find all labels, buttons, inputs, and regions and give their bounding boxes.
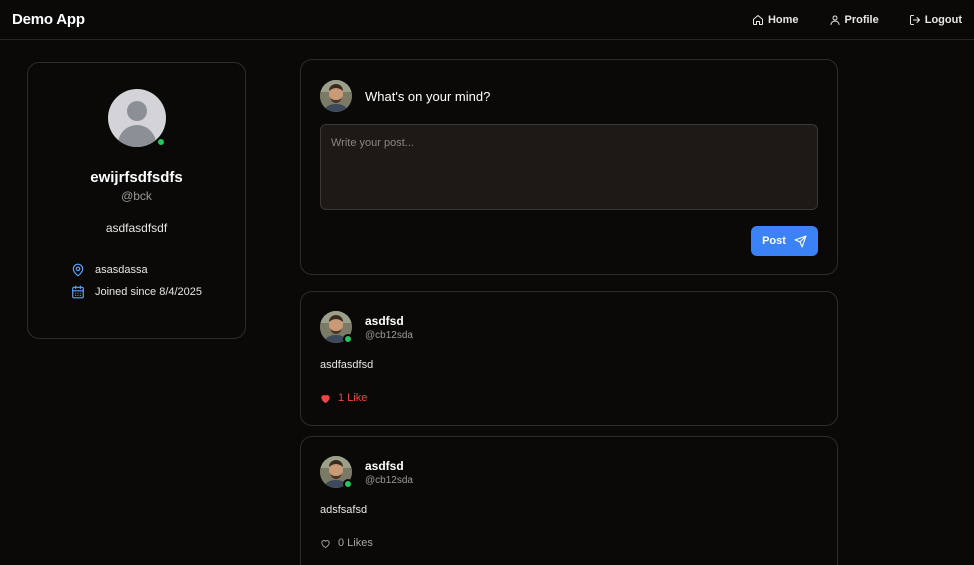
like-button[interactable]: 1 Like <box>320 392 367 404</box>
nav-logout[interactable]: Logout <box>909 14 962 26</box>
composer-avatar <box>320 80 352 112</box>
brand-logo[interactable]: Demo App <box>12 11 85 28</box>
like-count: 0 Likes <box>338 537 373 549</box>
post-button[interactable]: Post <box>751 226 818 256</box>
post-composer: What's on your mind? Post <box>300 59 838 275</box>
profile-card: ewijrfsdfsdfs @bck asdfasdfsdf asasdassa… <box>27 62 246 339</box>
main-nav: Home Profile Logout <box>722 14 962 26</box>
map-pin-icon <box>72 263 84 277</box>
send-icon <box>794 235 807 247</box>
nav-profile-label: Profile <box>844 13 879 26</box>
nav-home[interactable]: Home <box>752 14 799 26</box>
nav-home-label: Home <box>767 13 799 26</box>
avatar-placeholder-head <box>127 101 147 121</box>
user-icon <box>830 15 839 25</box>
post-content: asdfasdfsd <box>320 359 374 371</box>
profile-bio: asdfasdfsdf <box>105 221 168 235</box>
profile-joined: Joined since 8/4/2025 <box>71 285 202 299</box>
calendar-icon <box>72 285 84 299</box>
heart-filled-icon <box>321 394 330 403</box>
post-author-name[interactable]: asdfsd <box>365 314 404 328</box>
post-textarea[interactable] <box>320 124 818 210</box>
logout-icon <box>909 14 920 25</box>
profile-location-text: asasdassa <box>95 264 148 276</box>
composer-prompt: What's on your mind? <box>365 89 491 104</box>
top-navbar: Demo App Home Profile Logout <box>0 0 974 40</box>
online-status-dot <box>343 479 353 489</box>
profile-location: asasdassa <box>71 263 148 277</box>
online-status-dot <box>343 334 353 344</box>
post-author-name[interactable]: asdfsd <box>365 459 404 473</box>
like-count: 1 Like <box>338 392 368 404</box>
post-author-handle: @cb12sda <box>365 330 413 341</box>
post-author-handle: @cb12sda <box>365 475 413 486</box>
user-photo-icon <box>320 80 352 112</box>
nav-logout-label: Logout <box>924 13 962 26</box>
home-icon <box>752 14 763 25</box>
profile-name: ewijrfsdfsdfs <box>90 169 183 186</box>
post-content: adsfsafsd <box>320 504 368 516</box>
profile-joined-text: Joined since 8/4/2025 <box>95 286 203 298</box>
online-status-dot <box>156 137 166 147</box>
post-card: asdfsd @cb12sda asdfasdfsd 1 Like <box>300 291 838 426</box>
avatar-placeholder-body <box>118 125 156 147</box>
profile-handle: @bck <box>121 189 152 203</box>
heart-outline-icon <box>321 539 330 548</box>
like-button[interactable]: 0 Likes <box>320 537 373 549</box>
post-button-label: Post <box>762 235 786 247</box>
nav-profile[interactable]: Profile <box>829 14 879 26</box>
post-card: asdfsd @cb12sda adsfsafsd 0 Likes <box>300 436 838 565</box>
